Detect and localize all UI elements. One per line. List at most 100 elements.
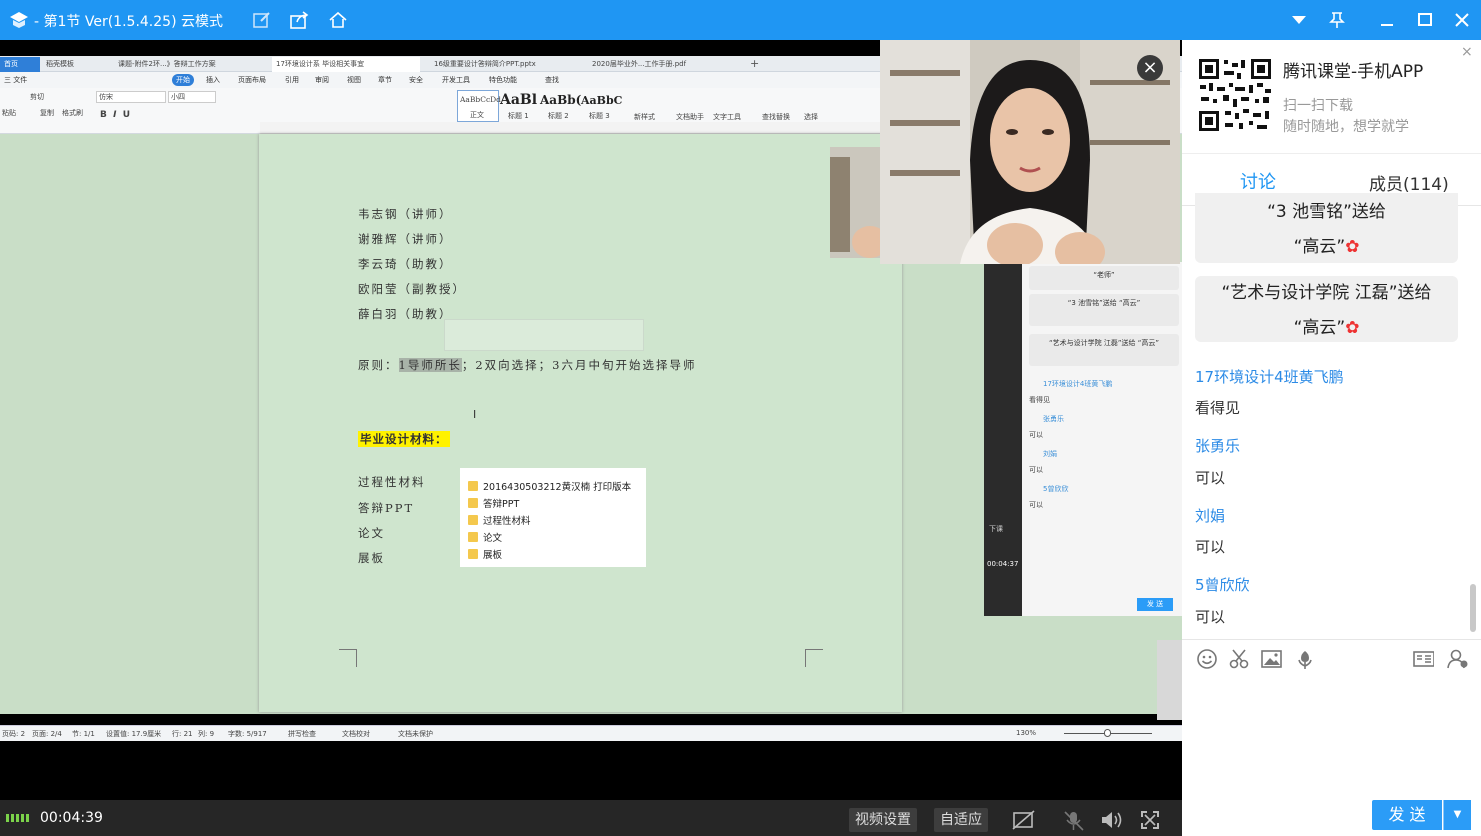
folder-item: 2016430503212黄汉楠 打印版本 bbox=[460, 479, 646, 496]
scissors-icon[interactable] bbox=[1228, 648, 1250, 670]
paste-button[interactable]: 粘贴 bbox=[2, 108, 16, 118]
style-heading2[interactable]: AaBb( 标题 2 bbox=[540, 90, 581, 122]
webcam-video[interactable] bbox=[880, 40, 1180, 264]
style-normal[interactable]: AaBbCcDd 正文 bbox=[457, 90, 501, 122]
wps-status-bar: 页码: 2 页面: 2/4 节: 1/1 设置值: 17.9厘米 行: 21 列… bbox=[0, 725, 1182, 741]
folder-item: 过程性材料 bbox=[460, 513, 646, 530]
text-tools-button[interactable]: 文字工具 bbox=[713, 112, 741, 122]
status-protect[interactable]: 文档未保护 bbox=[398, 729, 433, 739]
send-button[interactable]: 发 送 bbox=[1372, 800, 1442, 830]
menu-special[interactable]: 特色功能 bbox=[489, 74, 517, 86]
wps-tab[interactable]: 课题-附件2环...》答辩工作方案 bbox=[114, 57, 264, 72]
qr-code bbox=[1197, 57, 1273, 133]
wps-tab[interactable]: 稻壳模板 bbox=[42, 57, 110, 72]
video-settings-button[interactable]: 视频设置 bbox=[849, 808, 917, 832]
menu-ref[interactable]: 引用 bbox=[285, 74, 299, 86]
doc-scrollbar[interactable] bbox=[1157, 640, 1182, 720]
material-item: 论文 bbox=[358, 526, 385, 540]
tab-discuss[interactable]: 讨论 bbox=[1240, 168, 1276, 194]
image-icon[interactable] bbox=[1260, 648, 1282, 670]
shared-gift-bubble: “艺术与设计学院 江磊”送给 “高云” bbox=[1029, 334, 1179, 366]
wps-tab[interactable]: 首页 bbox=[0, 57, 40, 72]
new-tab-icon[interactable]: + bbox=[750, 57, 759, 70]
format-painter-button[interactable]: 格式刷 bbox=[62, 108, 83, 118]
material-item: 答辩PPT bbox=[358, 501, 415, 515]
find-replace-button[interactable]: 查找替换 bbox=[762, 112, 790, 122]
select-button[interactable]: 选择 bbox=[804, 112, 818, 122]
chat-sender[interactable]: 5曾欣欣 bbox=[1195, 574, 1250, 595]
bold-button[interactable]: B I U bbox=[100, 110, 130, 120]
chat-sender[interactable]: 刘娟 bbox=[1195, 505, 1225, 526]
home-icon[interactable] bbox=[328, 11, 348, 29]
chat-scrollbar[interactable] bbox=[1470, 584, 1476, 632]
doc-assistant-button[interactable]: 文档助手 bbox=[676, 112, 704, 122]
new-style-button[interactable]: 新样式 bbox=[634, 112, 655, 122]
page-corner-mark bbox=[805, 649, 823, 667]
status-zoom[interactable]: 130% bbox=[1016, 729, 1036, 737]
gift-message-line: “3 池雪铭”送给 bbox=[1267, 202, 1386, 222]
volume-icon[interactable] bbox=[1100, 810, 1124, 830]
menu-home[interactable]: 开始 bbox=[172, 74, 194, 86]
auto-fit-button[interactable]: 自适应 bbox=[934, 808, 988, 832]
copy-button[interactable]: 复制 bbox=[40, 108, 54, 118]
menu-layout[interactable]: 页面布局 bbox=[238, 74, 266, 86]
webcam-close-button[interactable]: × bbox=[1137, 55, 1163, 81]
chat-sender[interactable]: 张勇乐 bbox=[1195, 435, 1240, 456]
user-icon[interactable] bbox=[1446, 648, 1468, 670]
font-name-select[interactable]: 仿宋 bbox=[96, 91, 166, 103]
zoom-slider-handle[interactable] bbox=[1104, 729, 1111, 737]
folder-item: 论文 bbox=[460, 530, 646, 547]
shared-chat-message: 可以 bbox=[1029, 466, 1043, 474]
menu-section[interactable]: 章节 bbox=[378, 74, 392, 86]
edit-icon[interactable] bbox=[253, 11, 271, 29]
pin-icon[interactable] bbox=[1328, 11, 1346, 29]
menu-file[interactable]: 三 文件 bbox=[4, 74, 27, 86]
close-promo-icon[interactable]: × bbox=[1461, 44, 1473, 60]
mini-format-toolbar bbox=[444, 319, 644, 351]
shared-send-button: 发 送 bbox=[1137, 598, 1173, 611]
send-options-icon[interactable]: ▼ bbox=[1443, 800, 1471, 830]
shared-chat-message: 看得见 bbox=[1029, 396, 1050, 404]
mic-off-icon[interactable] bbox=[1063, 810, 1085, 832]
status-setting: 设置值: 17.9厘米 bbox=[106, 730, 162, 738]
dropdown-icon[interactable] bbox=[1291, 15, 1307, 25]
teacher-line: 欧阳莹（副教授） bbox=[358, 282, 466, 296]
menu-security[interactable]: 安全 bbox=[409, 74, 423, 86]
shared-gift-bubble: “老师” bbox=[1029, 266, 1179, 290]
wps-tab[interactable]: 17环境设计系 毕设相关事宜 bbox=[272, 57, 420, 72]
menu-dev[interactable]: 开发工具 bbox=[442, 74, 470, 86]
materials-heading-text: 毕业设计材料： bbox=[358, 431, 450, 447]
gift-message: “3 池雪铭”送给 “高云”✿ bbox=[1195, 193, 1458, 263]
emoji-icon[interactable] bbox=[1196, 648, 1218, 670]
shared-webcam-thumbnail bbox=[830, 147, 880, 258]
card-icon[interactable] bbox=[1412, 648, 1434, 670]
camera-off-icon[interactable] bbox=[1012, 810, 1036, 830]
shared-chat-name: 张勇乐 bbox=[1043, 415, 1064, 423]
menu-view[interactable]: 视图 bbox=[347, 74, 361, 86]
menu-review[interactable]: 审阅 bbox=[315, 74, 329, 86]
cut-button[interactable]: 剪切 bbox=[30, 92, 44, 102]
wps-tab[interactable]: 2020届毕业外...工作手册.pdf bbox=[588, 57, 738, 72]
gift-message: “艺术与设计学院 江磊”送给 “高云”✿ bbox=[1195, 276, 1458, 342]
ruler bbox=[260, 122, 900, 134]
menu-insert[interactable]: 插入 bbox=[206, 74, 220, 86]
font-size-select[interactable]: 小四 bbox=[168, 91, 216, 103]
tab-members[interactable]: 成员(114) bbox=[1369, 170, 1449, 195]
style-heading3[interactable]: AaBbC 标题 3 bbox=[581, 90, 625, 122]
folder-item: 答辩PPT bbox=[460, 496, 646, 513]
style-heading1[interactable]: AaBl 标题 1 bbox=[500, 90, 540, 122]
close-icon[interactable] bbox=[1453, 11, 1471, 29]
status-proof[interactable]: 文档校对 bbox=[342, 729, 370, 739]
chat-sender[interactable]: 17环境设计4班黄飞鹏 bbox=[1195, 366, 1344, 387]
chat-message: 可以 bbox=[1195, 469, 1226, 487]
status-row: 行: 21 bbox=[172, 730, 193, 738]
minimize-icon[interactable] bbox=[1378, 11, 1396, 29]
fullscreen-icon[interactable] bbox=[1140, 810, 1160, 830]
menu-search[interactable]: 查找 bbox=[545, 74, 559, 86]
share-icon[interactable] bbox=[290, 11, 310, 29]
flower-icon[interactable] bbox=[1294, 648, 1316, 670]
wps-tab[interactable]: 16级重要设计答辩简介PPT.pptx bbox=[430, 57, 582, 72]
status-spell[interactable]: 拼写检查 bbox=[288, 729, 316, 739]
maximize-icon[interactable] bbox=[1416, 11, 1434, 29]
folder-icon bbox=[468, 481, 478, 491]
